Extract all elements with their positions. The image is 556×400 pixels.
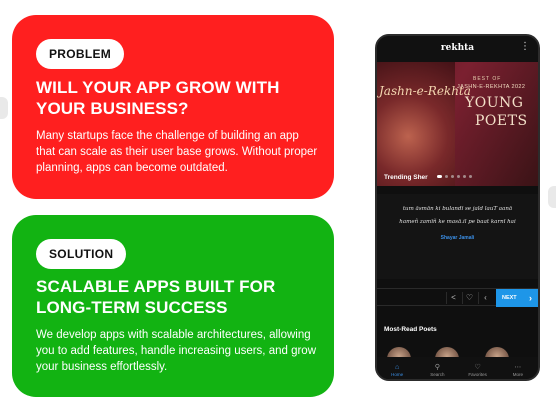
heart-icon: ♡	[474, 364, 481, 371]
next-label: NEXT	[502, 295, 517, 301]
share-icon[interactable]: <	[446, 292, 460, 304]
pagination-dot[interactable]	[451, 175, 454, 178]
nav-search[interactable]: ⚲ Search	[419, 363, 455, 377]
sher-line-1: tum āsmān ki bulandī se jald lauT aanā	[402, 206, 513, 212]
sher-line-2: hameñ zamīñ ke masā.il pe baat karnī hai	[399, 219, 516, 225]
pagination-dot[interactable]	[463, 175, 466, 178]
banner-photo	[377, 62, 455, 186]
more-icon: ⋯	[514, 364, 522, 371]
problem-title: WILL YOUR APP GROW WITH YOUR BUSINESS?	[36, 78, 280, 118]
most-read-label: Most-Read Poets	[384, 326, 437, 333]
sher-card[interactable]: tum āsmān ki bulandī se jald lauT aanā h…	[377, 194, 538, 279]
banner-pagination[interactable]	[437, 175, 472, 178]
sher-actions: < ♡ ‹ NEXT ›	[377, 288, 538, 307]
nav-search-label: Search	[430, 372, 445, 377]
banner-young: YOUNG	[465, 95, 524, 111]
nav-favorites[interactable]: ♡ Favorites	[460, 363, 496, 377]
nav-home-label: Home	[391, 372, 404, 377]
carousel-edge-right	[548, 186, 556, 208]
page: PROBLEM WILL YOUR APP GROW WITH YOUR BUS…	[0, 0, 556, 400]
solution-badge: SOLUTION	[36, 239, 127, 269]
banner-best-of: BEST OF	[473, 76, 502, 82]
solution-card: SOLUTION SCALABLE APPS BUILT FOR LONG-TE…	[12, 215, 334, 397]
heart-icon[interactable]: ♡	[462, 292, 476, 304]
problem-card: PROBLEM WILL YOUR APP GROW WITH YOUR BUS…	[12, 15, 334, 199]
carousel-edge-left	[0, 97, 8, 119]
chevron-right-icon: ›	[529, 293, 532, 303]
nav-more[interactable]: ⋯ More	[500, 363, 536, 377]
pagination-dot[interactable]	[457, 175, 460, 178]
prev-icon[interactable]: ‹	[478, 292, 492, 304]
trending-sher-label: Trending Sher	[384, 174, 428, 181]
nav-favorites-label: Favorites	[468, 372, 487, 377]
problem-body: Many startups face the challenge of buil…	[36, 130, 318, 174]
pagination-dot[interactable]	[437, 175, 442, 178]
sher-poet[interactable]: Shayar Jamali	[377, 235, 538, 241]
solution-body: We develop apps with scalable architectu…	[36, 329, 317, 373]
pagination-dot[interactable]	[469, 175, 472, 178]
search-icon: ⚲	[434, 364, 440, 371]
app-header: rekhta ⋮	[377, 36, 538, 62]
banner-edition: JASHN-E-REKHTA 2022	[457, 84, 526, 90]
solution-title: SCALABLE APPS BUILT FOR LONG-TERM SUCCES…	[36, 277, 276, 317]
nav-home[interactable]: ⌂ Home	[379, 363, 415, 377]
pagination-dot[interactable]	[445, 175, 448, 178]
kebab-menu-icon[interactable]: ⋮	[520, 42, 530, 52]
phone-mockup: rekhta ⋮ Jashn-e-Rekhta BEST OF JASHN-E-…	[375, 34, 540, 381]
problem-badge: PROBLEM	[36, 39, 125, 69]
hero-banner[interactable]: Jashn-e-Rekhta BEST OF JASHN-E-REKHTA 20…	[377, 62, 538, 186]
banner-poets: POETS	[475, 113, 528, 129]
app-logo: rekhta	[440, 43, 475, 53]
next-button[interactable]: NEXT ›	[496, 289, 538, 307]
nav-more-label: More	[512, 372, 523, 377]
bottom-nav: ⌂ Home ⚲ Search ♡ Favorites ⋯ More	[377, 357, 538, 379]
home-icon: ⌂	[395, 364, 400, 371]
